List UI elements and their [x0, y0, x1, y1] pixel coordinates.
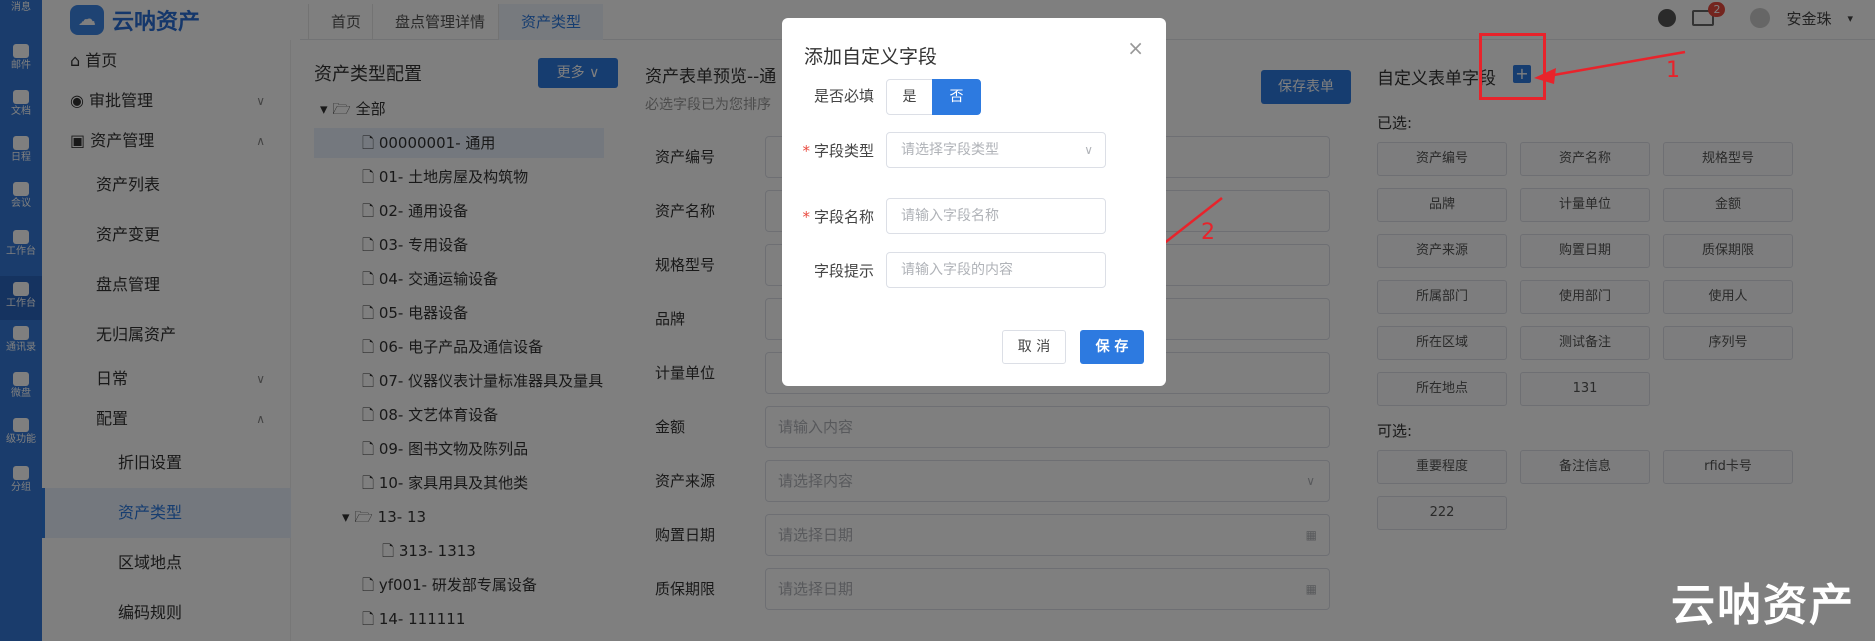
field-name-label: * 字段名称 — [802, 208, 874, 226]
annotation-number-2: 2 — [1201, 220, 1215, 245]
field-type-label: * 字段类型 — [802, 142, 874, 160]
required-no-toggle[interactable]: 否 — [932, 79, 981, 115]
required-label: 是否必填 — [813, 87, 874, 105]
chevron-down-icon: ∨ — [1084, 143, 1093, 157]
watermark: 云呐资产 — [1671, 580, 1855, 631]
save-button[interactable]: 保 存 — [1080, 330, 1144, 364]
field-hint-input[interactable]: 请输入字段的内容 — [886, 252, 1106, 288]
field-hint-label: 字段提示 — [813, 262, 874, 280]
field-name-label-text: 字段名称 — [813, 208, 874, 226]
annotation-arrow-1 — [1547, 50, 1686, 78]
arrow-head-icon — [1534, 68, 1556, 84]
annotation-number-1: 1 — [1666, 58, 1680, 83]
cancel-button[interactable]: 取 消 — [1002, 330, 1066, 364]
dialog-title: 添加自定义字段 — [804, 46, 938, 68]
field-type-label-text: 字段类型 — [813, 142, 874, 160]
field-type-select[interactable]: 请选择字段类型 ∨ — [886, 132, 1106, 168]
required-yes-toggle[interactable]: 是 — [886, 79, 933, 115]
add-custom-field-dialog: 添加自定义字段 × 是否必填 是 否 * 字段类型 请选择字段类型 ∨ * 字段名称 … — [782, 18, 1166, 386]
field-name-input[interactable]: 请输入字段名称 — [886, 198, 1106, 234]
close-icon[interactable]: × — [1127, 36, 1144, 60]
field-type-placeholder: 请选择字段类型 — [901, 142, 999, 158]
